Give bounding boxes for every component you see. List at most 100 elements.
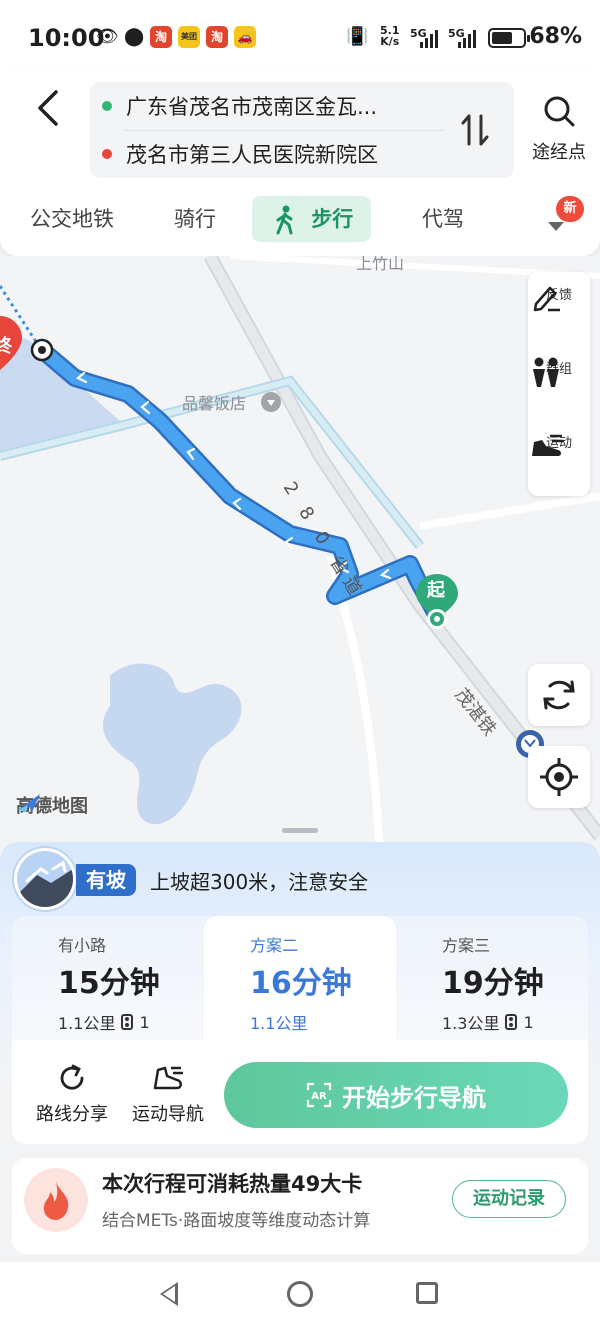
running-shoe-icon [532, 434, 564, 456]
chevron-left-icon [38, 90, 58, 126]
net-speed-unit: K/s [380, 35, 400, 48]
start-dot-icon [102, 101, 112, 111]
car-app-icon: 🚗 [234, 26, 256, 48]
plan-meta: 1.1公里 1 [58, 1010, 150, 1034]
map-side-tools: 反馈 群组 运动 [528, 272, 590, 496]
signal-bars-1-icon [420, 28, 438, 48]
location-icon: ⬤ [124, 26, 145, 47]
refresh-icon [543, 680, 575, 710]
traffic-light-icon [505, 1014, 518, 1030]
group-button[interactable]: 群组 [528, 356, 590, 387]
swap-arrows-icon [461, 114, 489, 146]
tab-driver[interactable]: 代驾 [422, 196, 464, 242]
eye-icon: 👁 [96, 26, 119, 47]
tab-walk-label: 步行 [311, 207, 354, 231]
sport-nav-button[interactable]: 运动导航 [118, 1062, 218, 1126]
start-walk-navigation-label: 开始步行导航 [342, 1083, 486, 1112]
route-share-button[interactable]: 路线分享 [22, 1062, 122, 1126]
plan-distance: 1.1公里 [58, 1014, 116, 1033]
map-canvas [0, 256, 600, 856]
lake [102, 663, 242, 825]
amap-logo: 高德地图 [16, 792, 88, 818]
svg-text:AR: AR [311, 1091, 327, 1102]
plan-lights: 1 [139, 1012, 150, 1032]
plan-distance: 1.1公里 [250, 1014, 308, 1033]
plan-duration: 16分钟 [250, 966, 352, 1001]
nav-home-button[interactable] [287, 1281, 313, 1307]
walking-person-icon [274, 196, 304, 242]
nav-back-button[interactable] [160, 1282, 178, 1306]
feedback-button[interactable]: 反馈 [528, 282, 590, 312]
slope-avatar [14, 848, 76, 910]
back-button[interactable] [30, 86, 70, 130]
plan-duration: 19分钟 [442, 966, 544, 1001]
calorie-title: 本次行程可消耗热量49大卡 [102, 1172, 363, 1196]
start-location-text: 广东省茂名市茂南区金瓦... [126, 95, 378, 119]
via-point-label: 途经点 [532, 142, 586, 163]
slope-warning-text: 上坡超300米，注意安全 [150, 870, 369, 894]
route-header: 广东省茂名市茂南区金瓦... 茂名市第三人民医院新院区 途经点 公交地铁 骑行 [0, 72, 600, 256]
traffic-light-icon [121, 1014, 134, 1030]
map-label-restaurant[interactable]: 品馨饭店 [182, 390, 246, 414]
swap-route-button[interactable] [460, 110, 490, 158]
more-tabs-caret-icon[interactable] [548, 222, 564, 231]
map-label-village: 上竹山 [356, 256, 405, 273]
signal-bars-2-icon [458, 28, 476, 48]
via-point-button[interactable]: 途经点 [524, 94, 594, 164]
end-marker-label: 终 [0, 336, 12, 357]
ar-icon: AR [306, 1082, 332, 1108]
amap-logo-icon [18, 794, 40, 812]
end-dot-icon [102, 149, 112, 159]
plan-lights: 1 [523, 1012, 534, 1032]
locate-crosshair-icon [540, 758, 578, 796]
battery-icon [488, 28, 530, 48]
vibrate-icon: 📳 [346, 26, 369, 47]
route-sheet: 有坡 上坡超300米，注意安全 有小路 15分钟 1.1公里 1 方案二 16分… [0, 842, 600, 1262]
sport-record-button[interactable]: 运动记录 [452, 1180, 566, 1218]
plan-duration: 15分钟 [58, 966, 160, 1001]
start-walk-navigation-button[interactable]: AR 开始步行导航 [224, 1062, 568, 1128]
route-plans-card: 有小路 15分钟 1.1公里 1 方案二 16分钟 1.1公里 方案三 19分钟… [12, 916, 588, 1144]
taobao-app-icon: 淘 [150, 26, 172, 48]
refresh-route-button[interactable] [528, 664, 590, 726]
plan-name: 有小路 [58, 936, 107, 955]
plan-option-3[interactable]: 方案三 19分钟 1.3公里 1 [396, 916, 588, 1040]
plan-option-2[interactable]: 方案二 16分钟 1.1公里 [204, 916, 396, 1040]
nav-recents-button[interactable] [416, 1282, 438, 1304]
plan-meta: 1.1公里 [250, 1010, 307, 1034]
start-location-field[interactable]: 广东省茂名市茂南区金瓦... [102, 86, 377, 126]
sheet-drag-handle[interactable] [282, 828, 318, 833]
system-nav-bar [0, 1262, 600, 1326]
taobao-app-icon-2: 淘 [206, 26, 228, 48]
status-time: 10:00 [28, 24, 105, 52]
route-divider [124, 130, 444, 131]
locate-me-button[interactable] [528, 746, 590, 808]
slope-tag: 有坡 [76, 864, 136, 896]
mountain-slope-icon [17, 851, 73, 907]
sport-button[interactable]: 运动 [528, 430, 590, 456]
plan-distance: 1.3公里 [442, 1014, 500, 1033]
calorie-subtitle: 结合METs·路面坡度等维度动态计算 [102, 1211, 371, 1231]
group-people-icon [533, 357, 559, 387]
end-location-field[interactable]: 茂名市第三人民医院新院区 [102, 134, 378, 174]
feedback-pen-icon [533, 286, 560, 312]
new-badge: 新 [556, 196, 584, 222]
plan-name: 方案二 [250, 936, 299, 955]
plan-option-1[interactable]: 有小路 15分钟 1.1公里 1 [12, 916, 204, 1040]
net-speed: 5.1 K/s [380, 25, 400, 47]
end-location-text: 茂名市第三人民医院新院区 [126, 143, 378, 167]
battery-fill [492, 32, 513, 44]
tab-walk[interactable]: 步行 [252, 196, 372, 242]
plan-name: 方案三 [442, 936, 491, 955]
share-route-icon [60, 1064, 84, 1090]
start-marker-label: 起 [427, 580, 445, 601]
calorie-card: 本次行程可消耗热量49大卡 结合METs·路面坡度等维度动态计算 运动记录 [12, 1158, 588, 1254]
tab-bike[interactable]: 骑行 [174, 196, 216, 242]
sport-nav-label: 运动导航 [132, 1104, 204, 1125]
map-view[interactable]: 上竹山 品馨饭店 2 8 0 省道 茂湛铁 起 终 反馈 群组 运动 高德地图 [0, 256, 600, 856]
route-box: 广东省茂名市茂南区金瓦... 茂名市第三人民医院新院区 [90, 82, 514, 178]
battery-percent: 68% [529, 24, 582, 49]
flame-icon-wrap [24, 1168, 88, 1232]
tab-transit[interactable]: 公交地铁 [30, 196, 114, 242]
status-bar: 10:00 👁 ⬤ 淘 美团 淘 🚗 📳 5.1 K/s 5G 5G 68% [0, 0, 600, 72]
